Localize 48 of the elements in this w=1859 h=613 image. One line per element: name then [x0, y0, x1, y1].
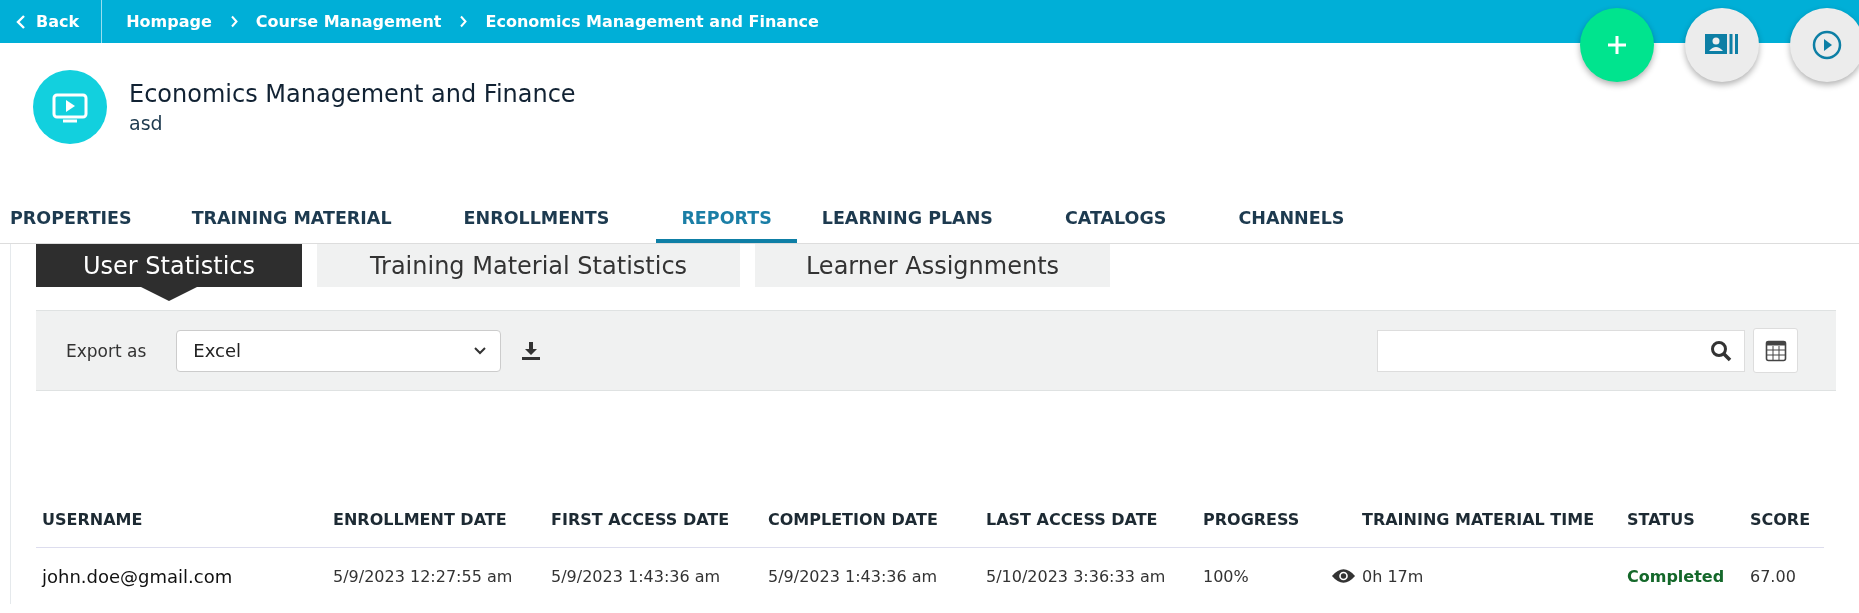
- play-button[interactable]: [1790, 8, 1859, 82]
- column-header: USERNAME: [36, 491, 327, 548]
- plus-icon: [1606, 34, 1628, 56]
- course-video-icon: [33, 70, 107, 144]
- column-header: PROGRESS: [1197, 491, 1325, 548]
- chevron-right-icon: [459, 15, 468, 28]
- columns-button[interactable]: [1753, 328, 1798, 373]
- user-card-button[interactable]: [1685, 8, 1759, 82]
- tab[interactable]: CHANNELS: [1238, 196, 1345, 243]
- table-icon: [1764, 339, 1787, 362]
- column-header: SCORE: [1744, 491, 1824, 548]
- eye-icon[interactable]: [1331, 568, 1356, 584]
- export-format-dropdown[interactable]: Excel: [176, 329, 502, 372]
- search-field[interactable]: [1377, 329, 1745, 372]
- column-header: TRAINING MATERIAL TIME: [1356, 491, 1621, 548]
- column-header: ENROLLMENT DATE: [327, 491, 545, 548]
- report-tab[interactable]: Training Material Statistics: [317, 244, 740, 287]
- user-card-icon: [1705, 34, 1739, 56]
- course-subtitle: asd: [129, 112, 164, 134]
- chevron-down-icon: [474, 346, 487, 355]
- tab[interactable]: PROPERTIES: [10, 196, 132, 243]
- table-cell: 67.00: [1750, 566, 1796, 586]
- search-icon[interactable]: [1710, 339, 1732, 362]
- table-cell: john.doe@gmail.com: [42, 565, 233, 587]
- export-label: Export as: [66, 340, 147, 361]
- column-header: COMPLETION DATE: [762, 491, 980, 548]
- tab-pointer: [141, 287, 197, 301]
- tab[interactable]: ENROLLMENTS: [463, 196, 610, 243]
- chevron-left-icon: [16, 13, 26, 30]
- report-tab[interactable]: Learner Assignments: [755, 244, 1110, 287]
- table-cell: 5/9/2023 1:43:36 am: [768, 566, 938, 586]
- tab[interactable]: CATALOGS: [1064, 196, 1167, 243]
- table-cell: 0h 17m: [1362, 566, 1424, 586]
- table-cell: 5/9/2023 1:43:36 am: [551, 566, 721, 586]
- column-header: LAST ACCESS DATE: [980, 491, 1197, 548]
- tab[interactable]: LEARNING PLANS: [821, 196, 993, 243]
- download-icon[interactable]: [521, 340, 542, 361]
- tab[interactable]: TRAINING MATERIAL: [191, 196, 392, 243]
- table-cell: 100%: [1203, 566, 1249, 586]
- chevron-right-icon: [229, 15, 238, 28]
- column-header: STATUS: [1621, 491, 1744, 548]
- column-header: FIRST ACCESS DATE: [545, 491, 762, 548]
- table-cell: 5/9/2023 12:27:55 am: [333, 566, 513, 586]
- table-cell: 5/10/2023 3:36:33 am: [986, 566, 1166, 586]
- table-cell: Completed: [1627, 566, 1725, 586]
- course-title: Economics Management and Finance: [129, 80, 576, 108]
- play-icon: [1812, 30, 1842, 60]
- add-button[interactable]: [1580, 8, 1654, 82]
